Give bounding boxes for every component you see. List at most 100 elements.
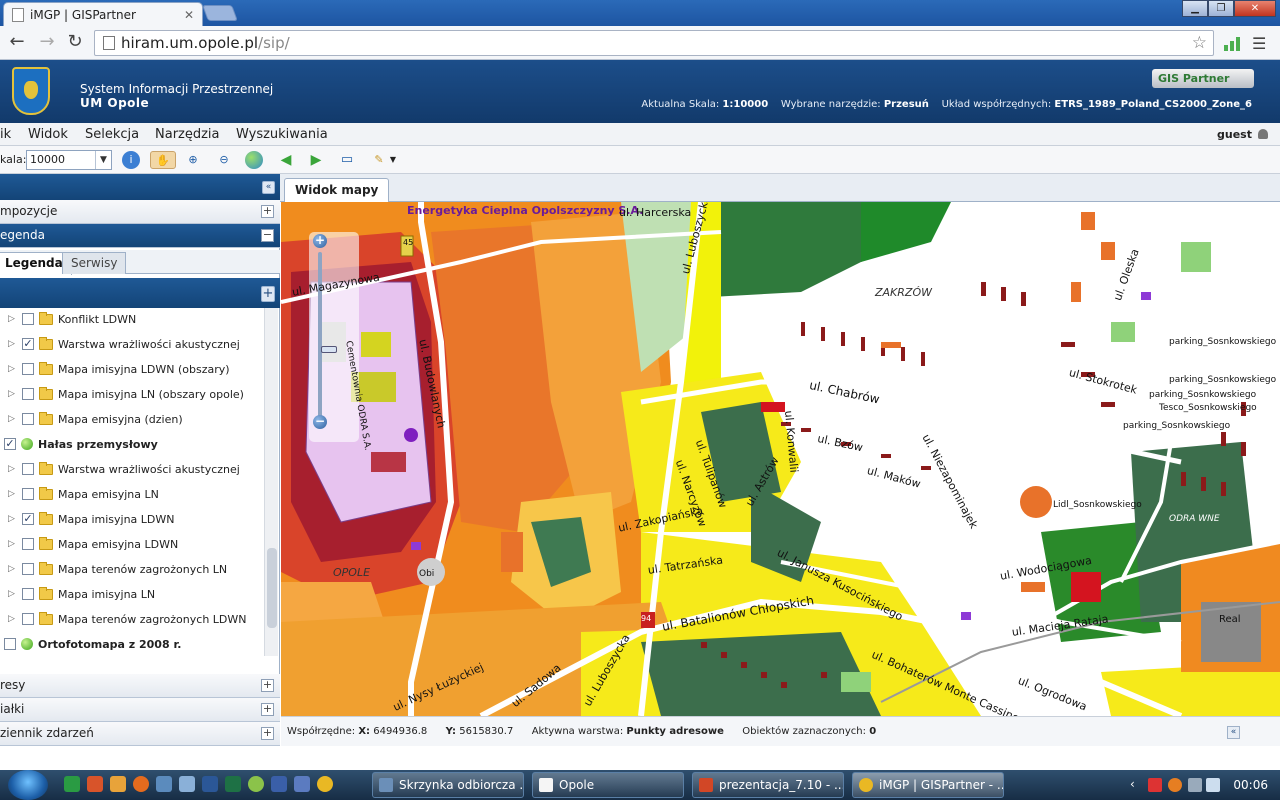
layer-row[interactable]: ▷ Mapa emisyjna (dzien) bbox=[8, 409, 183, 429]
excel-icon[interactable] bbox=[225, 776, 241, 792]
layer-row[interactable]: ▷ Mapa terenów zagrożonych LDWN bbox=[8, 609, 247, 629]
expand-arrow-icon[interactable]: ▷ bbox=[8, 514, 16, 524]
zoom-in-icon[interactable]: + bbox=[313, 234, 327, 248]
reload-icon[interactable]: ↻ bbox=[64, 32, 86, 54]
layer-group-row[interactable]: ✓ Hałas przemysłowy bbox=[4, 434, 158, 454]
section-dzialki[interactable]: iałki + bbox=[0, 698, 280, 722]
layer-checkbox[interactable] bbox=[4, 638, 16, 650]
layer-checkbox[interactable] bbox=[22, 488, 34, 500]
scrollbar-thumb[interactable] bbox=[267, 548, 277, 628]
clock[interactable]: 00:06 bbox=[1233, 778, 1268, 792]
expand-arrow-icon[interactable]: ▷ bbox=[8, 614, 16, 624]
pan-hand-icon[interactable]: ✋ bbox=[150, 151, 176, 169]
back-icon[interactable]: ← bbox=[6, 32, 28, 54]
zoom-out-icon[interactable]: ⊖ bbox=[215, 151, 233, 169]
expand-arrow-icon[interactable]: ▷ bbox=[8, 589, 16, 599]
layer-row[interactable]: ▷ Mapa terenów zagrożonych LN bbox=[8, 559, 227, 579]
wrench-menu-icon[interactable]: ☰ bbox=[1252, 34, 1266, 53]
zoom-out-icon[interactable]: − bbox=[313, 415, 327, 429]
start-button[interactable] bbox=[8, 770, 48, 800]
layer-group-row[interactable]: Ortofotomapa z 2008 r. bbox=[4, 634, 181, 654]
expand-arrow-icon[interactable]: ▷ bbox=[8, 464, 16, 474]
expand-arrow-icon[interactable]: ▷ bbox=[8, 414, 16, 424]
layer-row[interactable]: ▷ ✓ Warstwa wrażliwości akustycznej bbox=[8, 334, 240, 354]
expand-icon[interactable]: + bbox=[261, 703, 274, 716]
network-icon[interactable] bbox=[1188, 778, 1202, 792]
bookmark-star-icon[interactable]: ☆ bbox=[1192, 33, 1207, 53]
layer-checkbox[interactable]: ✓ bbox=[4, 438, 16, 450]
layer-row[interactable]: ▷ Mapa imisyjna LN bbox=[8, 584, 155, 604]
info-icon[interactable]: i bbox=[122, 151, 140, 169]
user-menu[interactable]: guest bbox=[1217, 128, 1268, 141]
layer-checkbox[interactable]: ✓ bbox=[22, 513, 34, 525]
maximize-button[interactable]: ❐ bbox=[1208, 0, 1234, 17]
layer-checkbox[interactable] bbox=[22, 413, 34, 425]
section-kompozycje[interactable]: mpozycje + bbox=[0, 200, 280, 224]
expand-arrow-icon[interactable]: ▷ bbox=[8, 564, 16, 574]
word-icon[interactable] bbox=[202, 776, 218, 792]
layer-checkbox[interactable] bbox=[22, 388, 34, 400]
tab-legenda[interactable]: Legenda bbox=[0, 252, 72, 275]
expand-arrow-icon[interactable]: ▷ bbox=[8, 339, 16, 349]
volume-icon[interactable] bbox=[1206, 778, 1220, 792]
minimize-button[interactable]: ▁ bbox=[1182, 0, 1208, 17]
browser-tab[interactable]: iMGP | GISPartner ✕ bbox=[3, 2, 203, 26]
layer-row[interactable]: ▷ Mapa imisyjna LDWN (obszary) bbox=[8, 359, 230, 379]
layer-row[interactable]: ▷ Mapa emisyjna LN bbox=[8, 484, 159, 504]
layer-tree-scrollbar[interactable] bbox=[264, 308, 278, 656]
rectangle-select-icon[interactable]: ▭ bbox=[338, 151, 356, 169]
add-layer-button[interactable]: + bbox=[261, 286, 275, 302]
expand-arrow-icon[interactable]: ▷ bbox=[8, 389, 16, 399]
chevron-down-icon[interactable]: ▼ bbox=[388, 151, 398, 169]
new-tab-button[interactable] bbox=[202, 5, 238, 21]
layer-checkbox[interactable] bbox=[22, 363, 34, 375]
collapse-icon[interactable]: − bbox=[261, 229, 274, 242]
menu-item-selekcja[interactable]: Selekcja bbox=[85, 127, 139, 142]
menu-item-widok[interactable]: Widok bbox=[28, 127, 68, 142]
layer-row[interactable]: ▷ Mapa emisyjna LDWN bbox=[8, 534, 178, 554]
quicklaunch-app-icon[interactable] bbox=[110, 776, 126, 792]
expand-arrow-icon[interactable]: ▷ bbox=[8, 539, 16, 549]
address-bar[interactable]: hiram.um.opole.pl /sip/ ☆ bbox=[94, 30, 1214, 56]
layer-checkbox[interactable] bbox=[22, 538, 34, 550]
quicklaunch-app-icon[interactable] bbox=[294, 776, 310, 792]
layer-row[interactable]: ▷ Mapa imisyjna LN (obszary opole) bbox=[8, 384, 244, 404]
quicklaunch-app-icon[interactable] bbox=[248, 776, 264, 792]
tray-app-icon[interactable] bbox=[1168, 778, 1182, 792]
section-adresy[interactable]: resy + bbox=[0, 674, 280, 698]
quicklaunch-app-icon[interactable] bbox=[179, 776, 195, 792]
collapse-panel-button[interactable]: « bbox=[262, 181, 275, 194]
taskbar-button-browser[interactable]: iMGP | GISPartner - ... bbox=[852, 772, 1004, 798]
taskbar-button-opole[interactable]: Opole bbox=[532, 772, 684, 798]
scale-select[interactable]: 10000 ▼ bbox=[26, 150, 112, 170]
layer-checkbox[interactable] bbox=[22, 613, 34, 625]
layer-checkbox[interactable]: ✓ bbox=[22, 338, 34, 350]
layer-row[interactable]: ▷ Konflikt LDWN bbox=[8, 309, 136, 329]
extension-bars-icon[interactable] bbox=[1224, 35, 1240, 51]
layer-checkbox[interactable] bbox=[22, 588, 34, 600]
layer-checkbox[interactable] bbox=[22, 313, 34, 325]
taskbar-button-presentation[interactable]: prezentacja_7.10 - ... bbox=[692, 772, 844, 798]
section-legenda[interactable]: egenda − bbox=[0, 224, 280, 248]
layer-row[interactable]: ▷ Warstwa wrażliwości akustycznej bbox=[8, 459, 240, 479]
expand-arrow-icon[interactable]: ▷ bbox=[8, 364, 16, 374]
zoom-slider[interactable]: + − bbox=[309, 232, 359, 442]
collapse-statusbar-icon[interactable]: « bbox=[1227, 726, 1240, 739]
menu-item-narzedzia[interactable]: Narzędzia bbox=[155, 127, 220, 142]
layer-row[interactable]: ▷ ✓ Mapa imisyjna LDWN bbox=[8, 509, 175, 529]
menu-item-wyszukiwania[interactable]: Wyszukiwania bbox=[236, 127, 328, 142]
layer-checkbox[interactable] bbox=[22, 563, 34, 575]
expand-icon[interactable]: + bbox=[261, 205, 274, 218]
quicklaunch-app-icon[interactable] bbox=[271, 776, 287, 792]
quicklaunch-app-icon[interactable] bbox=[64, 776, 80, 792]
taskbar-button-email[interactable]: Skrzynka odbiorcza ... bbox=[372, 772, 524, 798]
chevron-down-icon[interactable]: ▼ bbox=[95, 151, 111, 169]
tray-app-icon[interactable] bbox=[1148, 778, 1162, 792]
map-view[interactable]: + − Energetyka Cieplna Opolszczyzny S.A.… bbox=[281, 202, 1280, 716]
expand-arrow-icon[interactable]: ▷ bbox=[8, 314, 16, 324]
close-tab-icon[interactable]: ✕ bbox=[182, 8, 196, 22]
zoom-handle[interactable] bbox=[321, 346, 337, 353]
forward-icon[interactable]: → bbox=[36, 32, 58, 54]
tab-widok-mapy[interactable]: Widok mapy bbox=[284, 178, 390, 202]
firefox-icon[interactable] bbox=[133, 776, 149, 792]
